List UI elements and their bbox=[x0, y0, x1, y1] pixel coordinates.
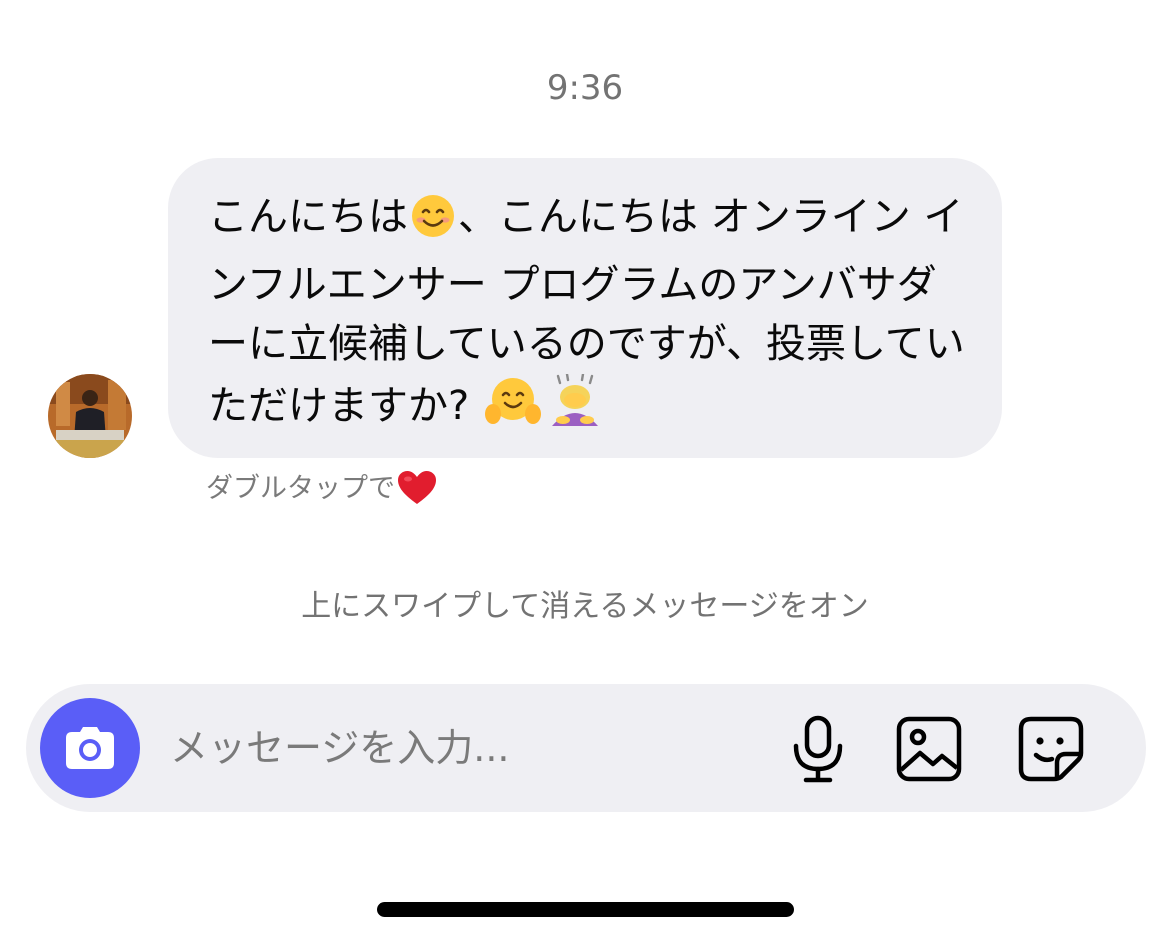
double-tap-hint: ダブルタップで bbox=[206, 470, 439, 516]
microphone-icon bbox=[793, 715, 843, 783]
message-timestamp: 9:36 bbox=[546, 68, 624, 108]
hugging-face-icon bbox=[484, 376, 542, 445]
red-heart-icon bbox=[397, 470, 437, 516]
image-icon bbox=[896, 716, 962, 782]
vanish-mode-hint[interactable]: 上にスワイプして消えるメッセージをオン bbox=[0, 581, 1170, 625]
microphone-button[interactable] bbox=[783, 714, 853, 784]
received-message-bubble[interactable]: こんにちは 、こんにちは オンライン インフルエンサー プログラムのアンバサダー… bbox=[168, 158, 1002, 458]
gallery-button[interactable] bbox=[894, 714, 964, 784]
camera-icon bbox=[66, 727, 114, 769]
sticker-icon bbox=[1018, 716, 1084, 782]
home-indicator[interactable] bbox=[377, 902, 794, 917]
bowing-woman-icon bbox=[546, 372, 604, 445]
message-composer bbox=[26, 684, 1146, 812]
sender-avatar[interactable] bbox=[48, 374, 132, 458]
camera-button[interactable] bbox=[40, 698, 140, 798]
smiling-face-icon bbox=[410, 193, 456, 256]
double-tap-label: ダブルタップで bbox=[206, 473, 395, 504]
message-text-part-1: こんにちは bbox=[208, 194, 408, 240]
message-input[interactable] bbox=[170, 718, 770, 778]
sticker-button[interactable] bbox=[1016, 714, 1086, 784]
